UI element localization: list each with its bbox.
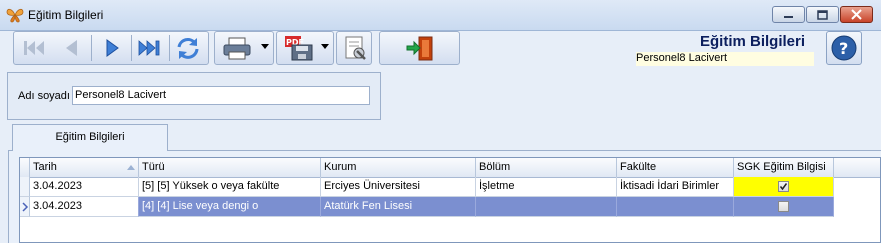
grid-header: Tarih Türü Kurum Bölüm Fakülte SGK Eğiti…: [20, 158, 880, 178]
exit-button[interactable]: [402, 32, 438, 64]
column-header-bolum[interactable]: Bölüm: [476, 158, 617, 177]
close-icon: [851, 9, 862, 20]
window-titlebar: Eğitim Bilgileri: [0, 0, 881, 31]
checkmark-icon: [779, 183, 788, 191]
cell-tarih[interactable]: 3.04.2023: [30, 197, 139, 217]
settings-toolbar: [336, 31, 372, 65]
row-indicator-header: [20, 158, 30, 177]
exit-door-icon: [406, 36, 433, 61]
cell-kurum[interactable]: Erciyes Üniversitesi: [321, 177, 476, 197]
sgk-checkbox[interactable]: [778, 181, 789, 192]
svg-text:?: ?: [839, 39, 848, 58]
next-record-icon: [106, 39, 119, 57]
print-button[interactable]: [217, 32, 261, 64]
first-record-button[interactable]: [16, 32, 52, 64]
print-icon: [223, 37, 251, 60]
pdf-export-icon: PDF: [285, 36, 313, 61]
row-indicator[interactable]: [20, 197, 30, 217]
minimize-icon: [784, 16, 793, 18]
cell-fakulte[interactable]: İktisadi İdari Birimler: [617, 177, 734, 197]
refresh-icon: [177, 38, 199, 59]
column-header-fakulte[interactable]: Fakülte: [617, 158, 734, 177]
cell-sgk[interactable]: [734, 197, 834, 217]
maximize-icon: [817, 10, 828, 20]
cell-bolum[interactable]: İşletme: [476, 177, 617, 197]
settings-icon: [345, 36, 366, 60]
table-row[interactable]: 3.04.2023 [5] [5] Yüksek o veya fakülte …: [20, 177, 834, 197]
current-user-label: Personel8 Lacivert: [636, 52, 814, 66]
previous-record-icon: [66, 40, 77, 56]
cell-turu[interactable]: [5] [5] Yüksek o veya fakülte: [139, 177, 321, 197]
help-button[interactable]: ?: [826, 31, 862, 65]
last-record-icon: [138, 40, 160, 56]
export-toolbar: PDF: [276, 31, 334, 65]
sgk-checkbox[interactable]: [778, 201, 789, 212]
column-header-turu[interactable]: Türü: [139, 158, 321, 177]
tab-egitim-bilgileri[interactable]: Eğitim Bilgileri: [12, 124, 168, 151]
first-record-icon: [24, 41, 44, 55]
maximize-button[interactable]: [806, 6, 839, 23]
butterfly-icon: [6, 8, 24, 23]
cell-tarih[interactable]: 3.04.2023: [30, 177, 139, 197]
form-title: Eğitim Bilgileri: [700, 33, 806, 50]
export-dropdown-icon[interactable]: [321, 44, 329, 49]
table-row[interactable]: 3.04.2023 [4] [4] Lise veya dengi o Atat…: [20, 197, 834, 217]
column-header-tarih[interactable]: Tarih: [30, 158, 139, 177]
cell-turu[interactable]: [4] [4] Lise veya dengi o: [139, 197, 321, 217]
close-button[interactable]: [840, 6, 873, 23]
pdf-export-button[interactable]: PDF: [279, 32, 321, 64]
education-grid: Tarih Türü Kurum Bölüm Fakülte SGK Eğiti…: [19, 157, 881, 243]
exit-toolbar: [379, 31, 460, 65]
minimize-button[interactable]: [772, 6, 805, 23]
navigation-toolbar: [13, 31, 209, 65]
settings-button[interactable]: [337, 32, 373, 64]
previous-record-button[interactable]: [54, 32, 90, 64]
cell-bolum[interactable]: [476, 197, 617, 217]
name-label: Adı soyadı: [18, 90, 70, 102]
last-record-button[interactable]: [132, 32, 168, 64]
cell-sgk[interactable]: [734, 177, 834, 197]
next-record-button[interactable]: [94, 32, 130, 64]
print-toolbar: [214, 31, 274, 65]
window-title: Eğitim Bilgileri: [28, 8, 104, 22]
current-row-icon: [22, 202, 29, 212]
row-indicator[interactable]: [20, 177, 30, 197]
refresh-button[interactable]: [170, 32, 206, 64]
sort-ascending-icon: [127, 165, 135, 170]
print-dropdown-icon[interactable]: [261, 44, 269, 49]
cell-fakulte[interactable]: [617, 197, 734, 217]
help-icon: ?: [831, 35, 857, 61]
column-header-kurum[interactable]: Kurum: [321, 158, 476, 177]
name-input[interactable]: Personel8 Lacivert: [72, 86, 370, 105]
cell-kurum[interactable]: Atatürk Fen Lisesi: [321, 197, 476, 217]
column-header-sgk[interactable]: SGK Eğitim Bilgisi: [734, 158, 834, 177]
